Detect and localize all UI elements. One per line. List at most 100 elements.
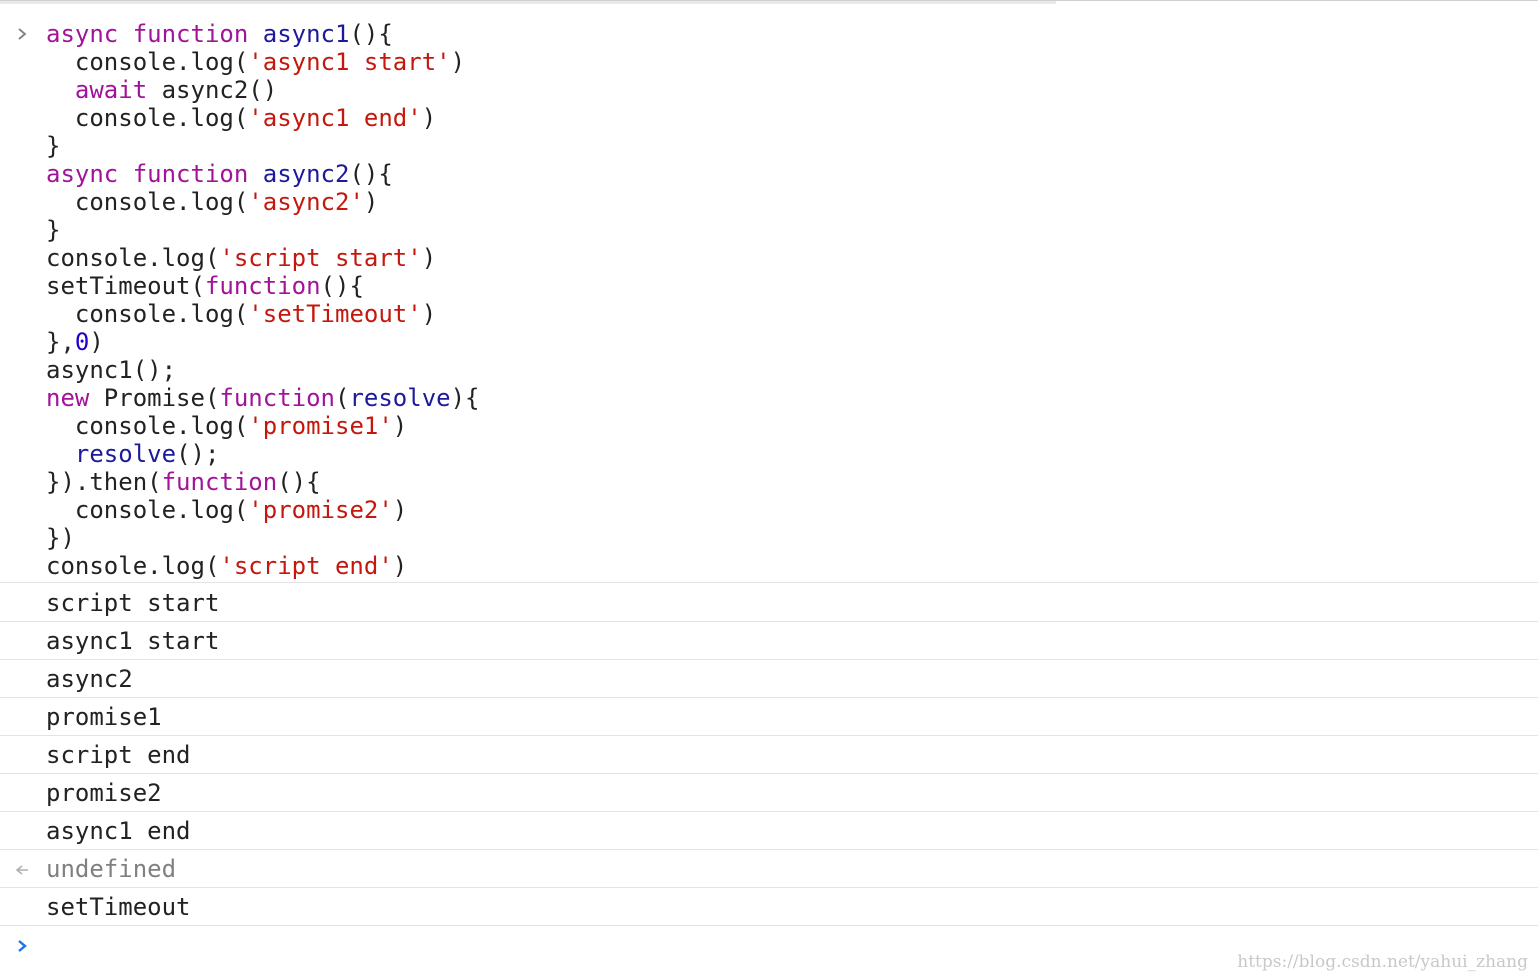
- code-token: new: [46, 384, 90, 412]
- code-line: }: [46, 216, 60, 244]
- code-line: async function async2(){: [46, 160, 393, 188]
- code-line: console.log('promise1'): [46, 412, 407, 440]
- code-token: console.log(: [46, 300, 249, 328]
- code-token: (){: [349, 160, 393, 188]
- devtools-console: async function async1(){ console.log('as…: [0, 0, 1538, 980]
- code-token: }): [46, 524, 75, 552]
- console-result-row: undefined: [0, 850, 1538, 888]
- console-log-row: promise1: [0, 698, 1538, 736]
- code-token: }: [46, 216, 61, 244]
- code-line: resolve();: [46, 440, 220, 468]
- code-token: Promise(: [89, 384, 220, 412]
- code-token: ): [392, 496, 408, 524]
- code-token: (: [335, 384, 350, 412]
- code-token: 'promise2': [248, 496, 393, 524]
- result-text: undefined: [46, 855, 177, 883]
- code-token: 'async1 start': [248, 48, 451, 76]
- log-text: setTimeout: [46, 893, 191, 921]
- return-arrow-icon: [15, 865, 28, 875]
- code-token: function: [161, 468, 278, 496]
- code-token: ();: [176, 440, 220, 468]
- console-log-row: async2: [0, 660, 1538, 698]
- log-text: promise2: [46, 779, 162, 807]
- code-token: async1();: [46, 356, 177, 384]
- code-token: setTimeout(: [46, 272, 205, 300]
- code-token: console.log(: [46, 552, 220, 580]
- code-token: 'setTimeout': [248, 300, 422, 328]
- code-line: setTimeout(function(){: [46, 272, 364, 300]
- code-token: console.log(: [46, 48, 249, 76]
- console-log-row: promise2: [0, 774, 1538, 812]
- code-token: async2(): [147, 76, 278, 104]
- code-token: (){: [320, 272, 364, 300]
- code-token: ){: [450, 384, 480, 412]
- code-token: },: [46, 328, 75, 356]
- code-line: async function async1(){: [46, 20, 393, 48]
- code-token: 'async1 end': [248, 104, 422, 132]
- console-input-entry: async function async1(){ console.log('as…: [0, 10, 1538, 583]
- code-token: ): [421, 244, 437, 272]
- console-log-row: async1 start: [0, 622, 1538, 660]
- log-text: promise1: [46, 703, 162, 731]
- code-token: 'async2': [248, 188, 364, 216]
- code-line: console.log('script end'): [46, 552, 407, 580]
- code-token: 'script end': [219, 552, 393, 580]
- code-token: resolve: [74, 440, 177, 468]
- code-token: function: [132, 20, 249, 48]
- code-line: await async2(): [46, 76, 277, 104]
- chevron-right-icon: [18, 940, 27, 952]
- code-line: console.log('promise2'): [46, 496, 407, 524]
- code-line: }).then(function(){: [46, 468, 321, 496]
- code-token: }: [46, 132, 61, 160]
- code-token: (){: [349, 20, 393, 48]
- code-line: new Promise(function(resolve){: [46, 384, 480, 412]
- code-token: 'script start': [219, 244, 422, 272]
- chevron-right-icon: [18, 28, 27, 40]
- code-token: ): [392, 412, 408, 440]
- code-token: function: [132, 160, 249, 188]
- code-line: }: [46, 132, 60, 160]
- code-line: console.log('async2'): [46, 188, 378, 216]
- log-text: script start: [46, 589, 220, 617]
- console-log-row: script start: [0, 584, 1538, 622]
- code-line: console.log('async1 end'): [46, 104, 436, 132]
- log-text: async2: [46, 665, 133, 693]
- horizontal-scrollbar[interactable]: [0, 1, 1056, 4]
- code-token: (){: [277, 468, 321, 496]
- code-token: resolve: [349, 384, 451, 412]
- console-log-row: script end: [0, 736, 1538, 774]
- watermark: https://blog.csdn.net/yahui_zhang: [1237, 952, 1528, 972]
- console-log-row: setTimeout: [0, 888, 1538, 926]
- code-token: 'promise1': [248, 412, 393, 440]
- code-token: console.log(: [46, 104, 249, 132]
- log-text: script end: [46, 741, 191, 769]
- log-text: async1 end: [46, 817, 191, 845]
- code-token: console.log(: [46, 496, 249, 524]
- code-line: console.log('setTimeout'): [46, 300, 436, 328]
- code-token: function: [219, 384, 335, 412]
- code-token: console.log(: [46, 412, 249, 440]
- code-line: console.log('async1 start'): [46, 48, 465, 76]
- code-token: async: [46, 160, 119, 188]
- code-token: ): [450, 48, 466, 76]
- code-token: }).then(: [46, 468, 162, 496]
- code-line: async1();: [46, 356, 176, 384]
- code-line: console.log('script start'): [46, 244, 436, 272]
- code-token: ): [392, 552, 408, 580]
- code-token: ): [363, 188, 379, 216]
- code-token: ): [421, 104, 437, 132]
- code-token: async1: [262, 20, 350, 48]
- code-line: },0): [46, 328, 104, 356]
- console-log-row: async1 end: [0, 812, 1538, 850]
- code-token: 0: [74, 328, 90, 356]
- code-token: ): [89, 328, 104, 356]
- code-token: await: [74, 76, 148, 104]
- log-text: async1 start: [46, 627, 220, 655]
- code-token: function: [204, 272, 321, 300]
